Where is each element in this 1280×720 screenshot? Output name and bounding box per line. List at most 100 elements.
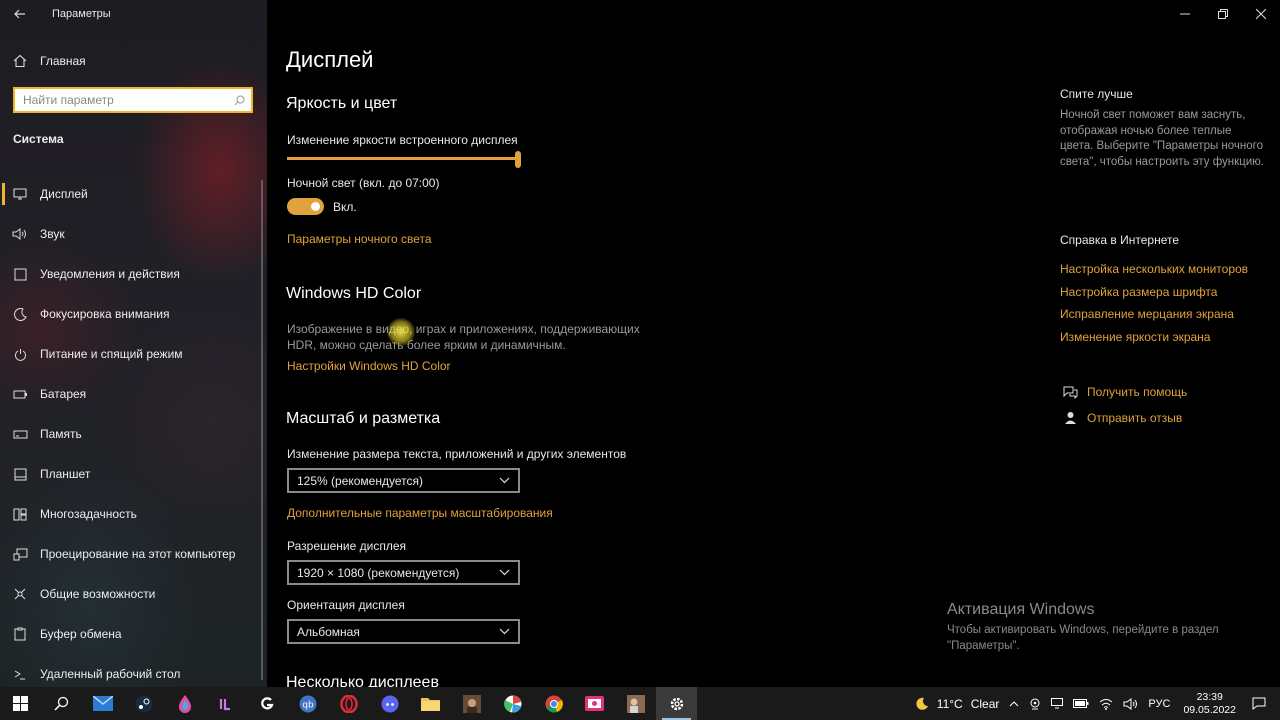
sidebar-item-label: Общие возможности <box>40 587 156 601</box>
remote-desktop-icon <box>0 668 40 681</box>
shared-icon <box>0 587 40 601</box>
close-button[interactable] <box>1242 0 1280 28</box>
arrow-left-icon <box>14 9 25 19</box>
tray-network[interactable] <box>1094 687 1118 720</box>
sidebar-item-label: Дисплей <box>40 187 88 201</box>
back-button[interactable] <box>0 0 40 28</box>
search-button[interactable] <box>41 687 82 720</box>
activation-line: "Параметры". <box>947 640 1020 652</box>
sidebar-item-storage[interactable]: Память <box>0 414 267 454</box>
sidebar-item-notifications[interactable]: Уведомления и действия <box>0 254 267 294</box>
mouse-cursor-highlight <box>387 318 415 346</box>
orientation-dropdown[interactable]: Альбомная <box>287 619 520 644</box>
tray-volume[interactable] <box>1118 687 1143 720</box>
windows-logo-icon <box>13 696 28 711</box>
tray-display[interactable] <box>1046 687 1068 720</box>
taskbar-opera[interactable] <box>328 687 369 720</box>
discord-icon <box>381 695 398 712</box>
system-tray: 11°C Clear РУС 23:39 09.05.2022 <box>910 687 1280 720</box>
hdr-desc-line: HDR, можно сделать более ярким и динамич… <box>287 338 566 352</box>
tray-camera[interactable] <box>1024 687 1046 720</box>
tray-battery[interactable] <box>1068 687 1094 720</box>
get-help-link[interactable]: Получить помощь <box>1060 385 1187 399</box>
help-link-screen-flicker[interactable]: Исправление мерцания экрана <box>1060 307 1234 321</box>
tray-language[interactable]: РУС <box>1143 687 1175 720</box>
chevron-down-icon <box>499 569 510 576</box>
sidebar: Параметры Главная Система Дисплей Звук У… <box>0 0 267 687</box>
moon-icon <box>0 307 40 321</box>
help-link-brightness[interactable]: Изменение яркости экрана <box>1060 330 1210 344</box>
feedback-icon <box>1060 411 1080 425</box>
scale-dropdown[interactable]: 125% (рекомендуется) <box>287 468 520 493</box>
activation-title: Активация Windows <box>947 601 1095 618</box>
scale-heading: Масштаб и разметка <box>286 410 441 427</box>
home-icon <box>0 54 40 68</box>
language-indicator: РУС <box>1148 697 1171 710</box>
battery-icon <box>0 390 40 399</box>
show-hidden-icons-button[interactable] <box>1004 687 1024 720</box>
notification-icon <box>0 268 40 281</box>
sidebar-item-focus[interactable]: Фокусировка внимания <box>0 294 267 334</box>
resolution-dropdown[interactable]: 1920 × 1080 (рекомендуется) <box>287 560 520 585</box>
taskbar-drop-app[interactable] <box>164 687 205 720</box>
sidebar-item-label: Звук <box>40 227 65 241</box>
brightness-slider[interactable] <box>287 151 521 168</box>
sidebar-item-multitasking[interactable]: Многозадачность <box>0 494 267 534</box>
taskbar-app-g[interactable] <box>246 687 287 720</box>
taskbar-photo-app[interactable] <box>615 687 656 720</box>
page-title: Дисплей <box>286 47 374 72</box>
home-label: Главная <box>40 54 86 68</box>
weather-widget[interactable]: 11°C Clear <box>910 687 1005 720</box>
hdr-settings-link[interactable]: Настройки Windows HD Color <box>287 359 451 373</box>
sidebar-scrollbar[interactable] <box>261 180 263 680</box>
minimize-button[interactable] <box>1166 0 1204 28</box>
taskbar-steam[interactable] <box>123 687 164 720</box>
taskbar-explorer[interactable] <box>410 687 451 720</box>
taskbar-mail[interactable] <box>82 687 123 720</box>
restore-button[interactable] <box>1204 0 1242 28</box>
sidebar-item-remote-desktop[interactable]: Удаленный рабочий стол <box>0 654 267 687</box>
nav-home[interactable]: Главная <box>0 48 267 74</box>
start-button[interactable] <box>0 687 41 720</box>
online-help-title: Справка в Интернете <box>1060 233 1180 247</box>
help-link-font-size[interactable]: Настройка размера шрифта <box>1060 285 1217 299</box>
toggle-knob <box>311 202 320 211</box>
help-link-multiple-monitors[interactable]: Настройка нескольких мониторов <box>1060 262 1248 276</box>
taskbar-discord[interactable] <box>369 687 410 720</box>
action-center-button[interactable] <box>1244 687 1280 720</box>
sidebar-item-display[interactable]: Дисплей <box>0 174 267 214</box>
sidebar-item-sound[interactable]: Звук <box>0 214 267 254</box>
steam-icon <box>135 695 152 712</box>
taskbar-ball-app[interactable] <box>492 687 533 720</box>
app-title: Параметры <box>52 8 111 20</box>
search-icon <box>54 696 69 711</box>
taskbar-qbittorrent[interactable]: qb <box>287 687 328 720</box>
sidebar-item-projecting[interactable]: Проецирование на этот компьютер <box>0 534 267 574</box>
picture-icon <box>462 694 481 713</box>
advanced-scaling-link[interactable]: Дополнительные параметры масштабирования <box>287 506 553 520</box>
mail-icon <box>92 696 113 711</box>
sidebar-item-power[interactable]: Питание и спящий режим <box>0 334 267 374</box>
taskbar-image-app[interactable] <box>451 687 492 720</box>
sidebar-item-clipboard[interactable]: Буфер обмена <box>0 614 267 654</box>
taskbar-clock[interactable]: 23:39 09.05.2022 <box>1175 691 1244 717</box>
taskbar-chrome[interactable] <box>533 687 574 720</box>
weather-temp: 11°C <box>936 696 963 711</box>
chrome-icon <box>545 695 563 713</box>
photo-icon <box>626 694 645 713</box>
sidebar-item-tablet[interactable]: Планшет <box>0 454 267 494</box>
taskbar-app-il[interactable] <box>205 687 246 720</box>
send-feedback-link[interactable]: Отправить отзыв <box>1060 411 1182 425</box>
night-light-settings-link[interactable]: Параметры ночного света <box>287 232 432 246</box>
sidebar-item-battery[interactable]: Батарея <box>0 374 267 414</box>
get-help-label: Получить помощь <box>1087 385 1188 399</box>
activation-line: Чтобы активировать Windows, перейдите в … <box>947 624 1219 636</box>
night-light-toggle[interactable] <box>287 198 324 215</box>
search-input[interactable] <box>15 89 227 111</box>
drop-icon <box>178 694 191 713</box>
search-icon[interactable] <box>227 95 251 106</box>
taskbar-settings[interactable] <box>656 687 697 720</box>
slider-thumb[interactable] <box>515 151 521 168</box>
sidebar-item-shared[interactable]: Общие возможности <box>0 574 267 614</box>
taskbar-media-app[interactable] <box>574 687 615 720</box>
